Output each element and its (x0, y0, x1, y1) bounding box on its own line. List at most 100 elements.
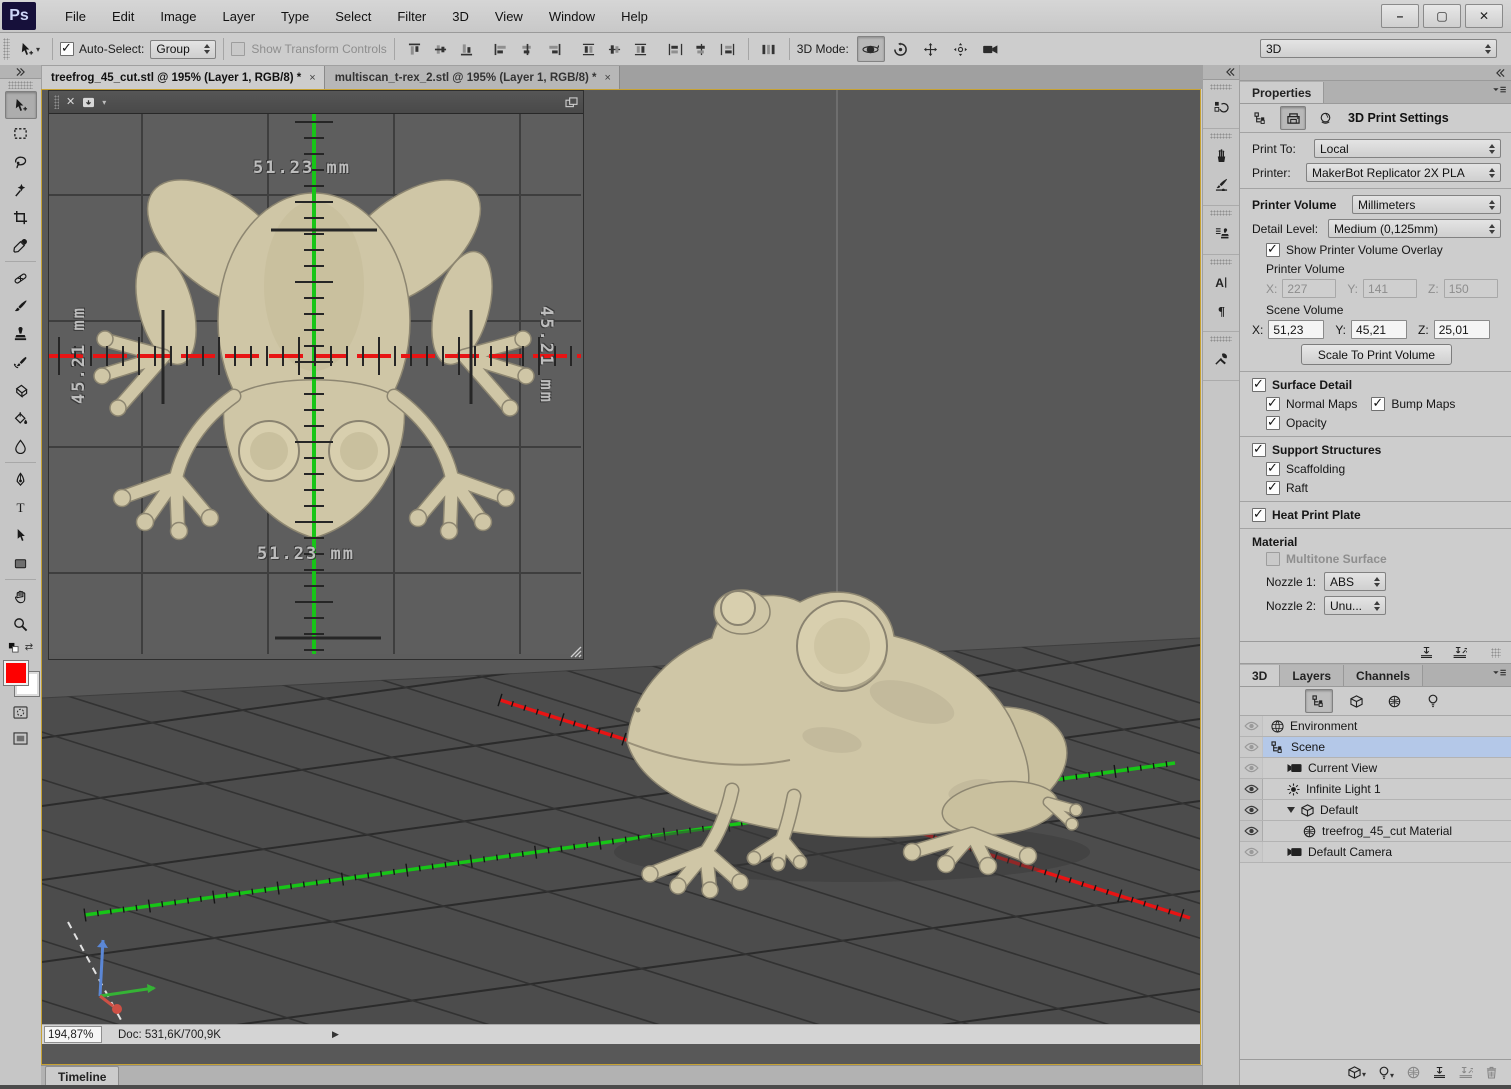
brush-settings-button[interactable] (1207, 171, 1235, 197)
visibility-toggle[interactable] (1240, 758, 1263, 778)
roll-3d-icon[interactable] (887, 36, 915, 62)
dist-hcenter-icon[interactable] (689, 37, 715, 61)
dist-bottom-icon[interactable] (628, 37, 654, 61)
document-tab-0[interactable]: treefrog_45_cut.stl @ 195% (Layer 1, RGB… (41, 66, 325, 89)
nozzle2-select[interactable]: Unu... (1324, 596, 1386, 615)
support-structures-checkbox[interactable] (1252, 443, 1266, 457)
align-bottom-icon[interactable] (454, 37, 480, 61)
menu-3d[interactable]: 3D (439, 0, 482, 32)
menu-file[interactable]: File (52, 0, 99, 32)
screen-mode-button[interactable] (8, 727, 34, 749)
paragraph-panel-button[interactable]: ¶ (1207, 297, 1235, 323)
pen-tool[interactable] (5, 465, 37, 493)
mesh-filter-icon[interactable] (1343, 689, 1371, 713)
scene-volume-x-field[interactable]: 51,23 (1268, 320, 1324, 339)
tab-properties[interactable]: Properties (1240, 82, 1324, 103)
multitone-surface-checkbox[interactable] (1266, 552, 1280, 566)
scene-volume-y-field[interactable]: 45,21 (1351, 320, 1407, 339)
material-filter-icon[interactable] (1381, 689, 1409, 713)
surface-detail-checkbox[interactable] (1252, 378, 1266, 392)
pan-3d-icon[interactable] (917, 36, 945, 62)
collapse-panels-button[interactable] (1240, 65, 1511, 81)
blur-tool[interactable] (5, 432, 37, 460)
zoom-level-field[interactable]: 194,87% (44, 1026, 102, 1043)
scene-properties-icon[interactable] (1248, 106, 1274, 130)
scene-item-environment[interactable]: Environment (1240, 716, 1511, 737)
visibility-toggle[interactable] (1240, 842, 1263, 862)
secondary-view[interactable]: 51.23 mm 51.23 mm 45.21 mm 45.21 mm (49, 114, 581, 654)
brush-tool[interactable] (5, 292, 37, 320)
eraser-tool[interactable] (5, 376, 37, 404)
menu-select[interactable]: Select (322, 0, 384, 32)
scene-filter-icon[interactable] (1305, 689, 1333, 713)
collapse-dock-button[interactable] (1203, 65, 1239, 80)
bump-maps-checkbox[interactable] (1371, 397, 1385, 411)
scene-item-default[interactable]: Default (1240, 800, 1511, 821)
tab-channels[interactable]: Channels (1344, 665, 1423, 686)
camera-3d-icon[interactable] (977, 36, 1005, 62)
align-vcenter-icon[interactable] (428, 37, 454, 61)
scaffolding-checkbox[interactable] (1266, 462, 1280, 476)
align-left-icon[interactable] (489, 37, 515, 61)
visibility-toggle[interactable] (1240, 779, 1263, 799)
orbit-3d-icon[interactable] (857, 36, 885, 62)
swap-colors-icon[interactable]: ⇄ (25, 642, 33, 653)
visibility-toggle[interactable] (1240, 821, 1263, 841)
document-tab-1[interactable]: multiscan_t-rex_2.stl @ 195% (Layer 1, R… (325, 66, 620, 89)
clone-source-button[interactable] (1207, 220, 1235, 246)
secondary-view-titlebar[interactable]: ✕ ▾ (49, 91, 583, 114)
auto-select-target-select[interactable]: Group (150, 40, 216, 59)
tool-presets-button[interactable] (1207, 346, 1235, 372)
dist-vcenter-icon[interactable] (602, 37, 628, 61)
normal-maps-checkbox[interactable] (1266, 397, 1280, 411)
detail-level-select[interactable]: Medium (0,125mm) (1328, 219, 1501, 238)
status-flyout-icon[interactable]: ▶ (332, 1029, 339, 1040)
close-tab-icon[interactable]: × (604, 72, 610, 84)
close-view-icon[interactable]: ✕ (66, 97, 75, 108)
dock-group-grip[interactable] (1210, 259, 1232, 265)
type-tool[interactable]: T (5, 493, 37, 521)
align-right-icon[interactable] (541, 37, 567, 61)
swap-main-view-icon[interactable] (565, 97, 578, 108)
show-printer-volume-checkbox[interactable] (1266, 243, 1280, 257)
align-top-icon[interactable] (402, 37, 428, 61)
menu-view[interactable]: View (482, 0, 536, 32)
panel-menu-icon[interactable] (1492, 669, 1507, 678)
visibility-toggle[interactable] (1240, 737, 1263, 757)
quick-mask-button[interactable] (8, 701, 34, 723)
nozzle1-select[interactable]: ABS (1324, 572, 1386, 591)
opacity-checkbox[interactable] (1266, 416, 1280, 430)
lasso-tool[interactable] (5, 147, 37, 175)
dock-group-grip[interactable] (1210, 210, 1232, 216)
eyedropper-tool[interactable] (5, 231, 37, 259)
printer-select[interactable]: MakerBot Replicator 2X PLA (1306, 163, 1501, 182)
history-brush-tool[interactable] (5, 348, 37, 376)
healing-brush-tool[interactable] (5, 264, 37, 292)
character-panel-button[interactable]: A (1207, 269, 1235, 295)
menu-window[interactable]: Window (536, 0, 608, 32)
dock-group-grip[interactable] (1210, 133, 1232, 139)
tab-timeline[interactable]: Timeline (45, 1066, 119, 1087)
options-grip[interactable] (3, 38, 10, 60)
3d-viewport[interactable]: ✕ ▾ (42, 90, 1200, 1044)
visibility-toggle[interactable] (1240, 800, 1263, 820)
scene-item-infinite-light-1[interactable]: Infinite Light 1 (1240, 779, 1511, 800)
dock-group-grip[interactable] (1210, 336, 1232, 342)
show-transform-checkbox[interactable] (231, 42, 245, 56)
move-to-ground-button[interactable] (1433, 1067, 1446, 1078)
tab-layers[interactable]: Layers (1280, 665, 1344, 686)
auto-distribute-icon[interactable] (756, 37, 782, 61)
paint-system-icon[interactable] (1312, 106, 1338, 130)
dist-top-icon[interactable] (576, 37, 602, 61)
units-select[interactable]: Millimeters (1352, 195, 1501, 214)
panel-resize-grip[interactable] (1491, 648, 1501, 658)
shape-tool[interactable] (5, 549, 37, 577)
scene-item-current-view[interactable]: Current View (1240, 758, 1511, 779)
add-mesh-button[interactable]: ▾ (1348, 1066, 1366, 1079)
paint-bucket-tool[interactable] (5, 404, 37, 432)
snap-to-ground-icon[interactable] (1420, 647, 1433, 658)
view-resize-handle[interactable] (569, 645, 582, 658)
dist-left-icon[interactable] (663, 37, 689, 61)
close-button[interactable]: ✕ (1465, 4, 1503, 28)
zoom-tool[interactable] (5, 610, 37, 638)
